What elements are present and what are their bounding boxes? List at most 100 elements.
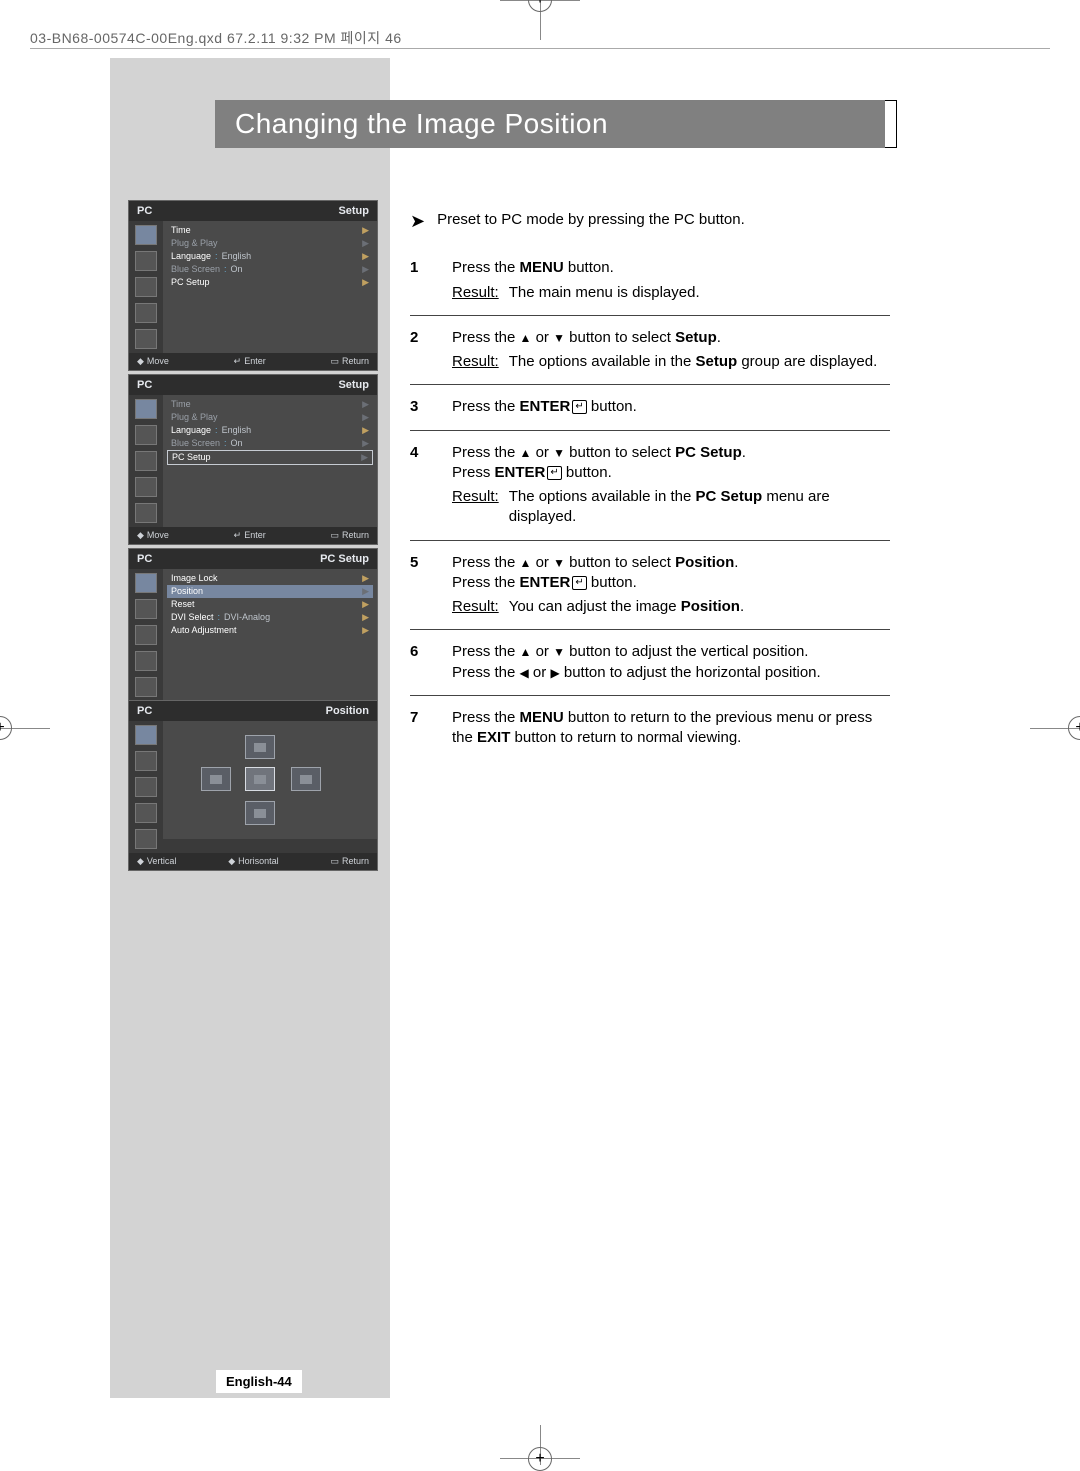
osd-item-imagelock: Image Lock▶ <box>167 572 373 585</box>
footer-move: ◆Move <box>137 356 169 367</box>
enter-icon: ↵ <box>572 576 586 590</box>
page-number-label: English-44 <box>216 1370 302 1393</box>
osd-mode-label: PC <box>137 379 152 391</box>
osd-tab-icon <box>135 225 157 245</box>
osd-mode-label: PC <box>137 705 152 717</box>
result-label: Result: <box>452 597 499 617</box>
osd-tab-icon <box>135 251 157 271</box>
footer-enter: ↵Enter <box>234 530 266 541</box>
instruction-list: ➤ Preset to PC mode by pressing the PC b… <box>410 210 890 758</box>
osd-menu-name: PC Setup <box>320 553 369 565</box>
footer-return: ▭Return <box>330 856 369 867</box>
step-2: 2 Press the or button to select Setup. R… <box>410 318 890 383</box>
osd-panel-setup-1: PC Setup Time▶ Plug & Play▶ Language:Eng… <box>128 200 378 371</box>
registration-mark-top: + <box>528 0 552 12</box>
registration-mark-left: + <box>0 716 12 740</box>
step-number: 4 <box>410 443 426 528</box>
osd-item-plugplay: Plug & Play▶ <box>167 411 373 424</box>
osd-item-pcsetup: PC Setup▶ <box>167 276 373 289</box>
down-arrow-icon <box>553 554 565 571</box>
footer-return: ▭Return <box>330 356 369 367</box>
step-1: 1 Press the MENU button. Result:The main… <box>410 248 890 313</box>
osd-item-reset: Reset▶ <box>167 598 373 611</box>
position-center-icon <box>245 767 275 791</box>
osd-tab-icon <box>135 451 157 471</box>
position-right-icon <box>291 767 321 791</box>
footer-move: ◆Move <box>137 530 169 541</box>
osd-tab-icon <box>135 677 157 697</box>
footer-vertical: ◆Vertical <box>137 856 176 867</box>
step-number: 6 <box>410 642 426 683</box>
osd-tab-icon <box>135 425 157 445</box>
osd-mode-label: PC <box>137 205 152 217</box>
down-arrow-icon <box>553 329 565 346</box>
osd-item-bluescreen: Blue Screen:On▶ <box>167 263 373 276</box>
step-number: 5 <box>410 553 426 618</box>
step-7: 7 Press the MENU button to return to the… <box>410 698 890 759</box>
osd-menu-name: Setup <box>338 379 369 391</box>
step-number: 7 <box>410 708 426 749</box>
left-arrow-icon <box>520 664 529 681</box>
position-down-icon <box>245 801 275 825</box>
osd-tab-icon <box>135 803 157 823</box>
osd-tab-icon <box>135 277 157 297</box>
osd-item-dviselect: DVI Select:DVI-Analog▶ <box>167 611 373 624</box>
position-adjust-graphic <box>163 721 377 839</box>
osd-tab-icon <box>135 829 157 849</box>
up-arrow-icon <box>520 444 532 461</box>
osd-tab-icon <box>135 477 157 497</box>
right-arrow-icon <box>550 664 559 681</box>
osd-panel-pcsetup: PC PC Setup Image Lock▶ Position▶ Reset▶… <box>128 548 378 719</box>
position-left-icon <box>201 767 231 791</box>
down-arrow-icon <box>553 643 565 660</box>
step-4: 4 Press the or button to select PC Setup… <box>410 433 890 538</box>
osd-item-bluescreen: Blue Screen:On▶ <box>167 437 373 450</box>
osd-panel-setup-2: PC Setup Time▶ Plug & Play▶ Language:Eng… <box>128 374 378 545</box>
step-6: 6 Press the or button to adjust the vert… <box>410 632 890 693</box>
result-label: Result: <box>452 487 499 528</box>
osd-menu-name: Position <box>326 705 369 717</box>
up-arrow-icon <box>520 643 532 660</box>
osd-tab-icon <box>135 625 157 645</box>
osd-item-autoadj: Auto Adjustment▶ <box>167 624 373 637</box>
enter-icon: ↵ <box>572 400 586 414</box>
osd-tab-icon <box>135 329 157 349</box>
source-file-header: 03-BN68-00574C-00Eng.qxd 67.2.11 9:32 PM… <box>30 28 402 48</box>
osd-item-plugplay: Plug & Play▶ <box>167 237 373 250</box>
osd-tab-icon <box>135 725 157 745</box>
osd-item-time: Time▶ <box>167 224 373 237</box>
osd-item-position-selected: Position▶ <box>167 585 373 598</box>
osd-tab-icon <box>135 599 157 619</box>
up-arrow-icon <box>520 329 532 346</box>
osd-item-language: Language:English▶ <box>167 250 373 263</box>
osd-item-pcsetup-selected: PC Setup▶ <box>167 450 373 465</box>
step-3: 3 Press the ENTER↵ button. <box>410 387 890 427</box>
osd-tab-icon <box>135 503 157 523</box>
osd-tab-icon <box>135 651 157 671</box>
footer-horizontal: ◆Horisontal <box>228 856 278 867</box>
down-arrow-icon <box>553 444 565 461</box>
result-label: Result: <box>452 283 499 303</box>
osd-tab-icon <box>135 399 157 419</box>
osd-mode-label: PC <box>137 553 152 565</box>
enter-icon: ↵ <box>547 466 561 480</box>
registration-mark-bottom: + <box>528 1447 552 1471</box>
osd-tab-icon <box>135 573 157 593</box>
footer-enter: ↵Enter <box>234 356 266 367</box>
osd-panel-position: PC Position ◆Vertical ◆Horisontal ▭Ret <box>128 700 378 871</box>
osd-tab-icon <box>135 303 157 323</box>
step-number: 2 <box>410 328 426 373</box>
up-arrow-icon <box>520 554 532 571</box>
step-number: 1 <box>410 258 426 303</box>
osd-item-language: Language:English▶ <box>167 424 373 437</box>
page-title: Changing the Image Position <box>215 100 885 148</box>
position-up-icon <box>245 735 275 759</box>
result-label: Result: <box>452 352 499 372</box>
osd-tab-icon <box>135 777 157 797</box>
footer-return: ▭Return <box>330 530 369 541</box>
registration-mark-right: + <box>1068 716 1080 740</box>
step-number: 3 <box>410 397 426 417</box>
step-5: 5 Press the or button to select Position… <box>410 543 890 628</box>
osd-tab-icon <box>135 751 157 771</box>
osd-menu-name: Setup <box>338 205 369 217</box>
